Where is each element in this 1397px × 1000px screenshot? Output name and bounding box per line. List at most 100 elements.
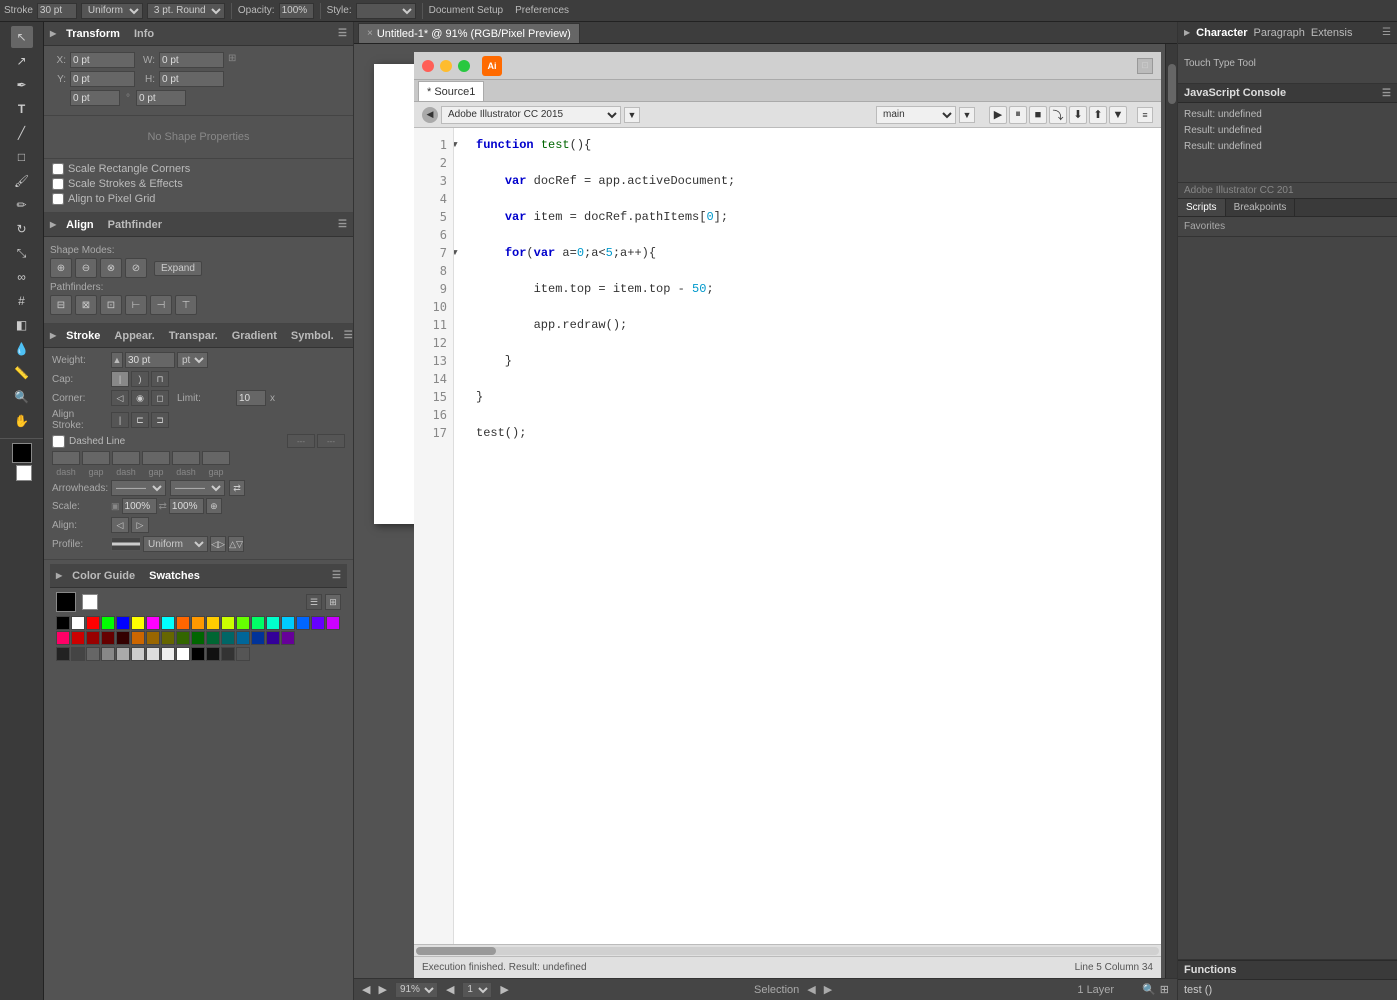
unite-btn[interactable]: ⊕	[50, 258, 72, 278]
color-swatch[interactable]	[296, 616, 310, 630]
find-layer-btn[interactable]: 🔍	[1142, 983, 1156, 996]
color-swatch[interactable]	[311, 616, 325, 630]
transform-panel-close[interactable]: ☰	[338, 28, 347, 39]
w-input[interactable]	[159, 52, 224, 68]
scale-strokes-checkbox[interactable]	[52, 178, 64, 190]
color-swatch[interactable]	[56, 631, 70, 645]
profile-flip-h[interactable]: ◁▷	[210, 536, 226, 552]
doc-setup-btn[interactable]: Document Setup	[429, 5, 504, 16]
transpar-tab[interactable]: Transpar.	[165, 328, 222, 344]
color-swatch[interactable]	[176, 616, 190, 630]
color-swatch[interactable]	[266, 631, 280, 645]
gap1-input[interactable]	[82, 451, 110, 465]
scripts-tab[interactable]: Scripts	[1178, 199, 1226, 216]
editor-menu-btn[interactable]: ≡	[1137, 107, 1153, 123]
exclude-btn[interactable]: ⊘	[125, 258, 147, 278]
dashed-btn-1[interactable]: ---	[287, 434, 315, 448]
dash2-input[interactable]	[112, 451, 140, 465]
limit-input[interactable]	[236, 390, 266, 406]
document-tab[interactable]: × Untitled-1* @ 91% (RGB/Pixel Preview)	[358, 23, 580, 43]
close-window-btn[interactable]	[422, 60, 434, 72]
gray-swatch[interactable]	[56, 647, 70, 661]
color-swatch[interactable]	[116, 616, 130, 630]
color-swatch[interactable]	[326, 616, 340, 630]
align-end-btn[interactable]: ▷	[131, 517, 149, 533]
arrowhead-start-select[interactable]: ———	[111, 480, 166, 496]
gray-swatch[interactable]	[146, 647, 160, 661]
direct-selection-tool[interactable]: ↗	[11, 50, 33, 72]
color-swatch[interactable]	[131, 631, 145, 645]
stroke-value-input[interactable]	[37, 3, 77, 19]
color-swatch[interactable]	[101, 631, 115, 645]
pen-tool[interactable]: ✒	[11, 74, 33, 96]
weight-up-btn[interactable]: ▲	[111, 352, 123, 368]
paragraph-tab[interactable]: Paragraph	[1254, 27, 1305, 39]
swatches-tab[interactable]: Swatches	[145, 568, 204, 584]
maximize-window-btn[interactable]	[458, 60, 470, 72]
appear-tab[interactable]: Appear.	[110, 328, 158, 344]
outside-align-btn[interactable]: ⊐	[151, 412, 169, 428]
artboard-select[interactable]: 1	[462, 982, 492, 998]
right-arrow-btn[interactable]: ▶	[824, 983, 832, 996]
breakpoints-tab[interactable]: Breakpoints	[1226, 199, 1296, 216]
function-item[interactable]: test ()	[1184, 982, 1391, 998]
miter-join-btn[interactable]: ◁	[111, 390, 129, 406]
h-input[interactable]	[159, 71, 224, 87]
stroke-style-select[interactable]: Uniform	[81, 3, 143, 19]
link-wh-icon[interactable]: ⊞	[228, 53, 242, 67]
color-swatch[interactable]	[206, 616, 220, 630]
trim-btn[interactable]: ⊠	[75, 295, 97, 315]
dash1-input[interactable]	[52, 451, 80, 465]
projecting-cap-btn[interactable]: ⊓	[151, 371, 169, 387]
swatch-fg-box[interactable]	[56, 592, 76, 612]
profile-select[interactable]: Uniform	[143, 536, 208, 552]
outline-btn[interactable]: ⊣	[150, 295, 172, 315]
color-swatch[interactable]	[176, 631, 190, 645]
eyedropper-tool[interactable]: 💧	[11, 338, 33, 360]
extensions-tab[interactable]: Extensis	[1311, 27, 1353, 39]
gap3-input[interactable]	[202, 451, 230, 465]
preferences-btn[interactable]: Preferences	[515, 5, 569, 16]
color-panel-close[interactable]: ☰	[332, 570, 341, 581]
color-swatch[interactable]	[161, 631, 175, 645]
color-swatch[interactable]	[86, 631, 100, 645]
arrowhead-end-select[interactable]: ———	[170, 480, 225, 496]
stroke-cap-select[interactable]: 3 pt. Round	[147, 3, 225, 19]
gradient-tab[interactable]: Gradient	[228, 328, 281, 344]
pencil-tool[interactable]: ✏	[11, 194, 33, 216]
gray-swatch[interactable]	[206, 647, 220, 661]
next-page-btn[interactable]: ▶	[500, 983, 508, 996]
align-pixel-checkbox[interactable]	[52, 193, 64, 205]
step-out-btn[interactable]: ⬆	[1089, 106, 1107, 124]
target-app-btn[interactable]: ▼	[624, 107, 640, 123]
color-swatch[interactable]	[131, 616, 145, 630]
weight-unit-select[interactable]: pt	[177, 352, 208, 368]
minus-front-btn[interactable]: ⊖	[75, 258, 97, 278]
intersect-btn[interactable]: ⊗	[100, 258, 122, 278]
gray-swatch[interactable]	[221, 647, 235, 661]
opacity-input[interactable]	[279, 3, 314, 19]
zoom-tool[interactable]: 🔍	[11, 386, 33, 408]
align-start-btn[interactable]: ◁	[111, 517, 129, 533]
zoom-next-btn[interactable]: ▶	[378, 983, 386, 996]
dash3-input[interactable]	[172, 451, 200, 465]
shear-input[interactable]	[136, 90, 186, 106]
prev-page-btn[interactable]: ◀	[446, 983, 454, 996]
scale-tool[interactable]: ⤡	[11, 242, 33, 264]
fill-color-box[interactable]	[12, 443, 32, 463]
js-console-close[interactable]: ☰	[1382, 88, 1391, 99]
crop-btn[interactable]: ⊢	[125, 295, 147, 315]
color-swatch[interactable]	[281, 631, 295, 645]
source-tab[interactable]: * Source1	[418, 81, 484, 101]
angle-input[interactable]	[70, 90, 120, 106]
expand-button[interactable]: Expand	[154, 261, 202, 276]
rotate-tool[interactable]: ↻	[11, 218, 33, 240]
paintbrush-tool[interactable]: 🖌	[11, 170, 33, 192]
gray-swatch[interactable]	[236, 647, 250, 661]
color-swatch[interactable]	[266, 616, 280, 630]
color-swatch[interactable]	[71, 631, 85, 645]
measure-tool[interactable]: 📏	[11, 362, 33, 384]
bevel-join-btn[interactable]: ◻	[151, 390, 169, 406]
scale2-input[interactable]	[169, 498, 204, 514]
dashed-btn-2[interactable]: ---	[317, 434, 345, 448]
